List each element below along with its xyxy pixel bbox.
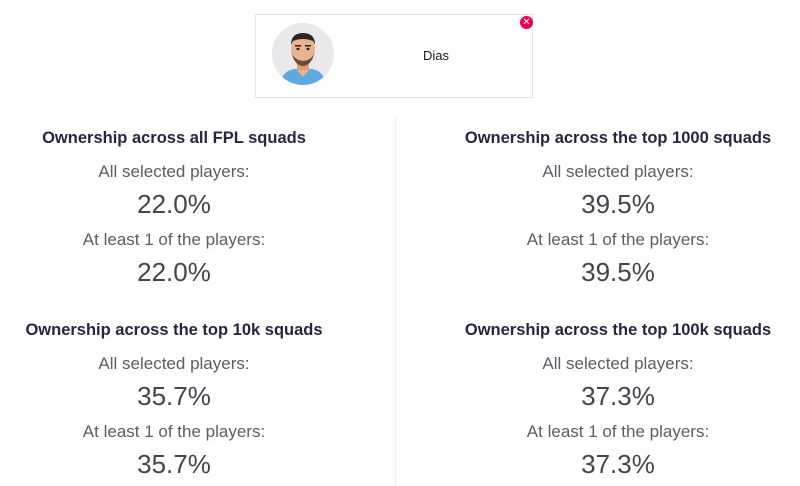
all-selected-value: 35.7% [137, 381, 211, 411]
all-selected-label: All selected players: [98, 354, 250, 373]
all-selected-label: All selected players: [542, 162, 694, 181]
stat-title: Ownership across the top 100k squads [464, 321, 772, 339]
avatar [272, 23, 334, 85]
at-least-one-value: 37.3% [581, 449, 655, 479]
at-least-one-label: At least 1 of the players: [82, 422, 266, 441]
at-least-one-value: 35.7% [137, 449, 211, 479]
all-selected-label: All selected players: [542, 354, 694, 373]
at-least-one-label: At least 1 of the players: [526, 422, 710, 441]
player-card: Dias ✕ [255, 14, 533, 98]
stat-title: Ownership across all FPL squads [42, 129, 306, 147]
column-divider [395, 118, 396, 486]
at-least-one-label: At least 1 of the players: [526, 230, 710, 249]
ownership-top-10k: Ownership across the top 10k squads All … [0, 320, 364, 486]
ownership-all-squads: Ownership across all FPL squads All sele… [0, 128, 364, 294]
ownership-top-100k: Ownership across the top 100k squads All… [428, 320, 800, 486]
at-least-one-value: 22.0% [137, 257, 211, 287]
stat-title: Ownership across the top 10k squads [25, 321, 323, 339]
player-name: Dias [422, 48, 449, 63]
all-selected-label: All selected players: [98, 162, 250, 181]
all-selected-value: 22.0% [137, 189, 211, 219]
stat-title: Ownership across the top 1000 squads [464, 129, 772, 147]
close-icon[interactable]: ✕ [520, 16, 533, 29]
at-least-one-label: At least 1 of the players: [82, 230, 266, 249]
at-least-one-value: 39.5% [581, 257, 655, 287]
ownership-top-1000: Ownership across the top 1000 squads All… [428, 128, 800, 294]
all-selected-value: 39.5% [581, 189, 655, 219]
all-selected-value: 37.3% [581, 381, 655, 411]
